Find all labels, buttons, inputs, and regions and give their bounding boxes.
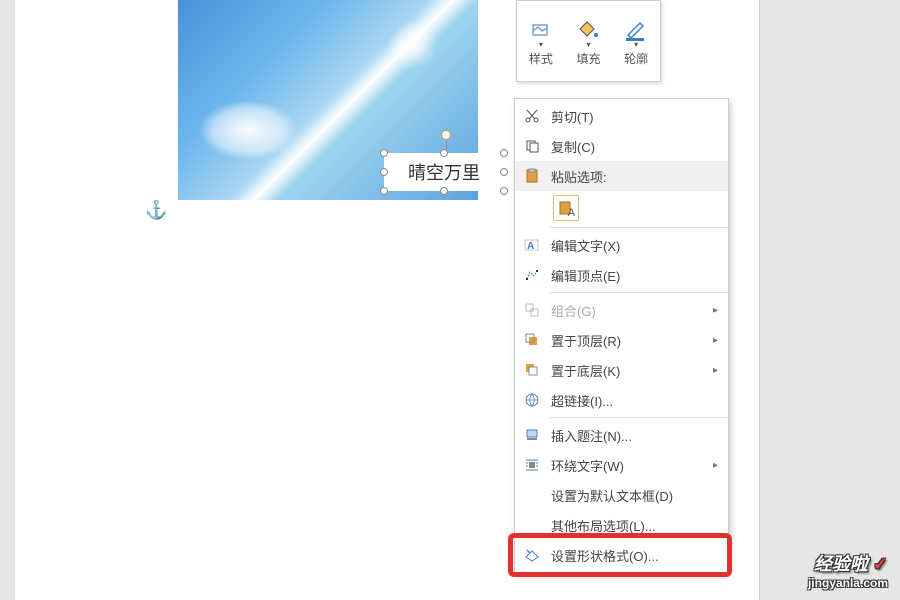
svg-text:A: A — [527, 241, 534, 252]
resize-handle-tr[interactable] — [500, 149, 508, 157]
style-button[interactable]: ▾ 样式 — [517, 1, 565, 81]
textbox-shape[interactable]: 晴空万里 — [384, 153, 504, 191]
outline-icon: ▾ — [622, 15, 650, 47]
fill-icon: ▾ — [575, 15, 603, 47]
menu-copy[interactable]: 复制(C) — [515, 131, 728, 161]
submenu-arrow-icon: ▸ — [713, 305, 718, 316]
edit-points-icon — [523, 266, 541, 284]
menu-paste-label: 粘贴选项: — [551, 167, 607, 186]
mini-toolbar: ▾ 样式 ▾ 填充 ▾ 轮廓 — [516, 0, 661, 82]
menu-more-layout-label: 其他布局选项(L)... — [551, 516, 656, 535]
menu-set-default[interactable]: 设置为默认文本框(D) — [515, 480, 728, 510]
style-icon: ▾ — [527, 15, 555, 47]
paste-options-row: A — [515, 191, 728, 225]
check-icon: ✓ — [873, 554, 888, 574]
textbox-text: 晴空万里 — [408, 159, 480, 185]
cut-icon — [523, 107, 541, 125]
wrap-text-icon — [523, 456, 541, 474]
menu-group-label: 组合(G) — [551, 301, 596, 320]
menu-edit-points[interactable]: 编辑顶点(E) — [515, 260, 728, 290]
format-shape-icon — [523, 546, 541, 564]
paste-text-only-letter: A — [568, 207, 575, 219]
style-label: 样式 — [529, 50, 553, 67]
menu-edit-points-label: 编辑顶点(E) — [551, 266, 620, 285]
outline-label: 轮廓 — [624, 50, 648, 67]
menu-send-back-label: 置于底层(K) — [551, 361, 620, 380]
menu-copy-label: 复制(C) — [551, 137, 595, 156]
menu-set-default-label: 设置为默认文本框(D) — [551, 486, 673, 505]
menu-send-back[interactable]: 置于底层(K) ▸ — [515, 355, 728, 385]
fill-button[interactable]: ▾ 填充 — [565, 1, 613, 81]
menu-bring-front-label: 置于顶层(R) — [551, 331, 621, 350]
menu-more-layout[interactable]: 其他布局选项(L)... — [515, 510, 728, 540]
menu-hyperlink[interactable]: 超链接(I)... — [515, 385, 728, 415]
group-icon — [523, 301, 541, 319]
page-margin-right — [760, 0, 900, 600]
menu-hyperlink-label: 超链接(I)... — [551, 391, 613, 410]
bring-front-icon — [523, 331, 541, 349]
watermark: 经验啦 ✓ jingyanla.com — [808, 550, 888, 590]
submenu-arrow-icon: ▸ — [713, 335, 718, 346]
menu-format-shape[interactable]: 设置形状格式(O)... — [515, 540, 728, 570]
menu-format-shape-label: 设置形状格式(O)... — [551, 546, 659, 565]
resize-handle-ml[interactable] — [380, 168, 388, 176]
menu-bring-front[interactable]: 置于顶层(R) ▸ — [515, 325, 728, 355]
context-menu: 剪切(T) 复制(C) 粘贴选项: A A 编辑文字(X) 编辑顶点(E) 组合… — [514, 98, 729, 573]
edit-text-icon: A — [523, 236, 541, 254]
menu-cut[interactable]: 剪切(T) — [515, 101, 728, 131]
outline-button[interactable]: ▾ 轮廓 — [612, 1, 660, 81]
resize-handle-bl[interactable] — [380, 187, 388, 195]
menu-group: 组合(G) ▸ — [515, 295, 728, 325]
menu-cut-label: 剪切(T) — [551, 107, 594, 126]
submenu-arrow-icon: ▸ — [713, 460, 718, 471]
rotation-handle[interactable] — [441, 130, 451, 140]
watermark-url: jingyanla.com — [808, 576, 888, 590]
menu-paste-header: 粘贴选项: — [515, 161, 728, 191]
copy-icon — [523, 137, 541, 155]
resize-handle-mr[interactable] — [500, 168, 508, 176]
menu-separator — [549, 227, 728, 228]
menu-insert-caption[interactable]: 插入题注(N)... — [515, 420, 728, 450]
paste-icon — [523, 167, 541, 185]
paste-text-only-button[interactable]: A — [553, 195, 579, 221]
caption-icon — [523, 426, 541, 444]
menu-insert-caption-label: 插入题注(N)... — [551, 426, 632, 445]
menu-separator — [549, 292, 728, 293]
menu-wrap-text-label: 环绕文字(W) — [551, 456, 624, 475]
page-margin-left — [0, 0, 15, 600]
menu-separator — [549, 417, 728, 418]
menu-wrap-text[interactable]: 环绕文字(W) ▸ — [515, 450, 728, 480]
send-back-icon — [523, 361, 541, 379]
menu-edit-text[interactable]: A 编辑文字(X) — [515, 230, 728, 260]
resize-handle-br[interactable] — [500, 187, 508, 195]
hyperlink-icon — [523, 391, 541, 409]
fill-label: 填充 — [577, 50, 601, 67]
submenu-arrow-icon: ▸ — [713, 365, 718, 376]
resize-handle-bm[interactable] — [440, 187, 448, 195]
menu-edit-text-label: 编辑文字(X) — [551, 236, 620, 255]
watermark-text: 经验啦 — [814, 554, 868, 574]
anchor-icon: ⚓ — [145, 200, 167, 221]
resize-handle-tl[interactable] — [380, 149, 388, 157]
